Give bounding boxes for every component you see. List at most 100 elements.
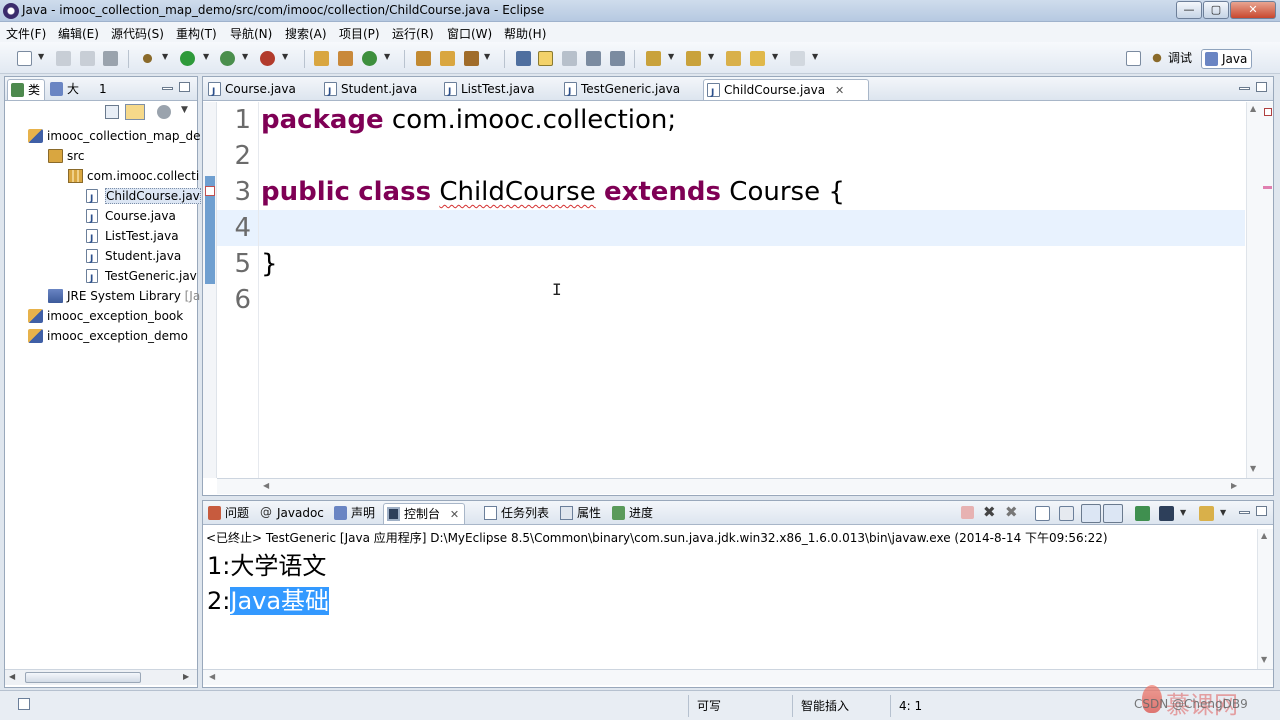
scroll-right-arrow-icon[interactable]: ▶ — [183, 672, 189, 681]
previous-annotation-icon[interactable] — [686, 51, 701, 66]
console-horizontal-scrollbar[interactable]: ◀ — [203, 669, 1273, 685]
chevron-down-icon[interactable]: ▼ — [282, 52, 288, 61]
chevron-down-icon[interactable]: ▼ — [772, 52, 778, 61]
new-icon[interactable] — [17, 51, 32, 66]
tab-package-explorer[interactable]: 类 — [7, 79, 45, 100]
console-output-line[interactable]: 1:大学语文 — [207, 549, 326, 583]
tab-listtest-java[interactable]: ListTest.java — [441, 79, 557, 102]
menu-run[interactable]: 运行(R) — [392, 25, 434, 42]
explorer-horizontal-scrollbar[interactable]: ◀ ▶ — [5, 669, 197, 685]
new-package-icon[interactable] — [338, 51, 353, 66]
save-icon[interactable] — [56, 51, 71, 66]
display-selected-console-icon[interactable] — [1159, 506, 1174, 521]
tree-item-course[interactable]: Course.java — [85, 206, 176, 229]
menu-window[interactable]: 窗口(W) — [447, 25, 492, 42]
tab-hierarchy[interactable]: 大 — [47, 79, 87, 100]
scroll-down-arrow-icon[interactable]: ▼ — [1261, 655, 1267, 664]
menu-file[interactable]: 文件(F) — [6, 25, 46, 42]
show-on-stdout-icon[interactable] — [1081, 504, 1101, 523]
tree-item-exception-demo[interactable]: imooc_exception_demo — [27, 326, 188, 346]
chevron-down-icon[interactable]: ▼ — [38, 52, 44, 61]
tab-tasks[interactable]: 任务列表 — [481, 503, 555, 524]
perspective-debug[interactable]: 调试 — [1148, 49, 1192, 69]
minimize-view-icon[interactable] — [162, 87, 173, 90]
view-menu-chevron-icon[interactable]: ▼ — [181, 105, 188, 115]
scroll-left-arrow-icon[interactable]: ◀ — [209, 672, 215, 681]
tab-student-java[interactable]: Student.java — [321, 79, 437, 102]
tab-progress[interactable]: 进度 — [609, 503, 659, 524]
scroll-left-arrow-icon[interactable]: ◀ — [263, 481, 269, 490]
search-icon[interactable] — [464, 51, 479, 66]
save-all-icon[interactable] — [80, 51, 95, 66]
minimize-button[interactable]: — — [1176, 1, 1202, 19]
chevron-down-icon[interactable]: ▼ — [484, 52, 490, 61]
tree-item-package[interactable]: com.imooc.collecti — [67, 166, 199, 186]
scroll-left-arrow-icon[interactable]: ◀ — [9, 672, 15, 681]
close-button[interactable]: ✕ — [1230, 1, 1276, 19]
error-summary-icon[interactable] — [1264, 108, 1272, 116]
maximize-editor-icon[interactable] — [1256, 82, 1267, 92]
tree-item-listtest[interactable]: ListTest.java — [85, 226, 179, 249]
open-perspective-icon[interactable] — [1126, 51, 1141, 66]
forward-arrow-icon[interactable] — [790, 51, 805, 66]
tree-item-exception-book[interactable]: imooc_exception_book — [27, 306, 183, 326]
tree-item-jre-library[interactable]: JRE System Library [Ja — [47, 286, 200, 306]
menu-project[interactable]: 项目(P) — [339, 25, 380, 42]
new-project-icon[interactable] — [314, 51, 329, 66]
tab-console[interactable]: 控制台 ✕ — [383, 503, 465, 524]
tab-testgeneric-java[interactable]: TestGeneric.java — [561, 79, 701, 102]
scroll-down-arrow-icon[interactable]: ▼ — [1250, 464, 1256, 473]
collapse-all-icon[interactable] — [105, 105, 119, 119]
maximize-console-icon[interactable] — [1256, 506, 1267, 516]
coverage-icon[interactable] — [220, 51, 235, 66]
scroll-up-arrow-icon[interactable]: ▲ — [1261, 531, 1267, 540]
back-arrow-icon[interactable] — [750, 51, 765, 66]
remove-all-terminated-icon[interactable]: ✖ — [1005, 505, 1021, 520]
chevron-down-icon[interactable]: ▼ — [1220, 508, 1226, 517]
console-output-line[interactable]: 2:Java基础 — [207, 584, 330, 618]
remove-launch-icon[interactable]: ✖ — [983, 505, 999, 520]
menu-refactor[interactable]: 重构(T) — [176, 25, 217, 42]
chevron-down-icon[interactable]: ▼ — [203, 52, 209, 61]
scroll-lock-icon[interactable] — [1059, 506, 1074, 521]
tree-item-student[interactable]: Student.java — [85, 246, 181, 269]
close-tab-icon[interactable]: ✕ — [450, 508, 459, 521]
open-console-icon[interactable] — [1199, 506, 1214, 521]
menu-navigate[interactable]: 导航(N) — [230, 25, 272, 42]
fast-view-icon[interactable] — [18, 698, 30, 710]
toggle-mark-occurrences-icon[interactable] — [516, 51, 531, 66]
minimize-console-icon[interactable] — [1239, 511, 1250, 514]
chevron-down-icon[interactable]: ▼ — [162, 52, 168, 61]
external-tools-icon[interactable] — [260, 51, 275, 66]
chevron-down-icon[interactable]: ▼ — [1180, 508, 1186, 517]
block-selection-icon[interactable] — [562, 51, 577, 66]
terminate-icon[interactable] — [961, 506, 974, 519]
maximize-view-icon[interactable] — [179, 82, 190, 92]
code-area[interactable]: 1 2 3 4 5 6 package com.imooc.collection… — [217, 102, 1245, 478]
close-tab-icon[interactable]: ✕ — [835, 84, 844, 97]
chevron-down-icon[interactable]: ▼ — [812, 52, 818, 61]
editor-horizontal-scrollbar[interactable]: ◀ ▶ — [217, 478, 1273, 494]
run-icon[interactable] — [180, 51, 195, 66]
chevron-down-icon[interactable]: ▼ — [384, 52, 390, 61]
warning-marker-icon[interactable] — [205, 186, 215, 196]
tab-more-views[interactable]: 1 — [89, 79, 115, 100]
view-menu-filter-icon[interactable] — [157, 105, 171, 119]
menu-source[interactable]: 源代码(S) — [111, 25, 164, 42]
tab-declaration[interactable]: 声明 — [331, 503, 381, 524]
new-class-icon[interactable] — [362, 51, 377, 66]
chevron-down-icon[interactable]: ▼ — [242, 52, 248, 61]
next-annotation-icon[interactable] — [646, 51, 661, 66]
overview-warning-marker[interactable] — [1263, 186, 1272, 189]
open-type-icon[interactable] — [416, 51, 431, 66]
open-folder-icon[interactable] — [440, 51, 455, 66]
tree-item-src[interactable]: src — [47, 146, 85, 166]
show-on-stderr-icon[interactable] — [1103, 504, 1123, 523]
chevron-down-icon[interactable]: ▼ — [708, 52, 714, 61]
debug-icon[interactable] — [140, 51, 155, 66]
tree-item-childcourse[interactable]: ChildCourse.jav — [85, 186, 201, 209]
show-whitespace-icon[interactable] — [586, 51, 601, 66]
menu-help[interactable]: 帮助(H) — [504, 25, 546, 42]
console-vertical-scrollbar[interactable]: ▲ ▼ — [1257, 529, 1273, 669]
highlight-pen-icon[interactable] — [538, 51, 553, 66]
